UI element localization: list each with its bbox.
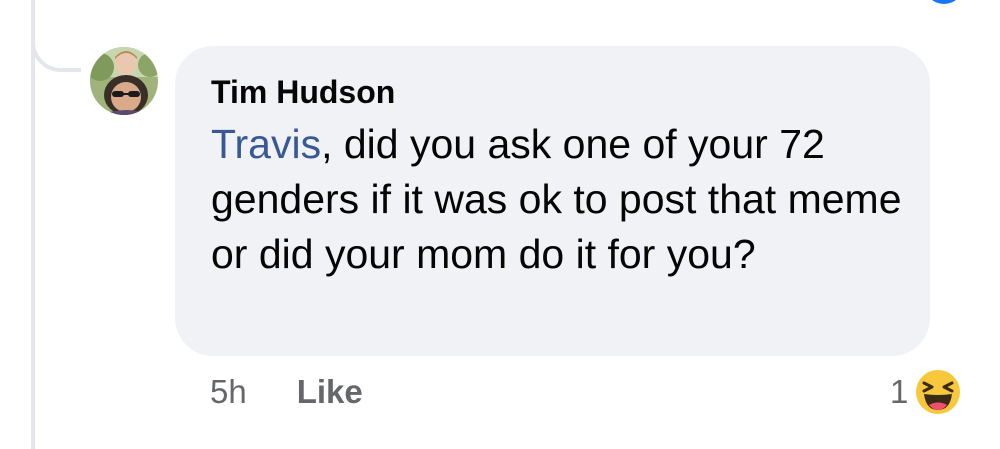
haha-emoji-icon [912,366,964,418]
reaction-count: 1 [890,373,909,410]
comment-bubble: Tim Hudson Travis, did you ask one of yo… [175,46,930,356]
comment-actions: 5h Like [210,370,363,414]
avatar-photo-icon [90,47,158,115]
like-button[interactable]: Like [297,373,363,411]
mention-link[interactable]: Travis [211,121,321,167]
comment-text: Travis, did you ask one of your 72 gende… [211,117,911,282]
comment-author[interactable]: Tim Hudson [211,72,902,112]
avatar[interactable] [90,47,158,115]
thread-branch-connector [31,0,81,72]
comment-timestamp[interactable]: 5h [210,373,247,411]
notification-badge-icon [926,0,962,4]
reaction-summary[interactable]: 1 [890,365,964,419]
thread-line [31,0,35,449]
